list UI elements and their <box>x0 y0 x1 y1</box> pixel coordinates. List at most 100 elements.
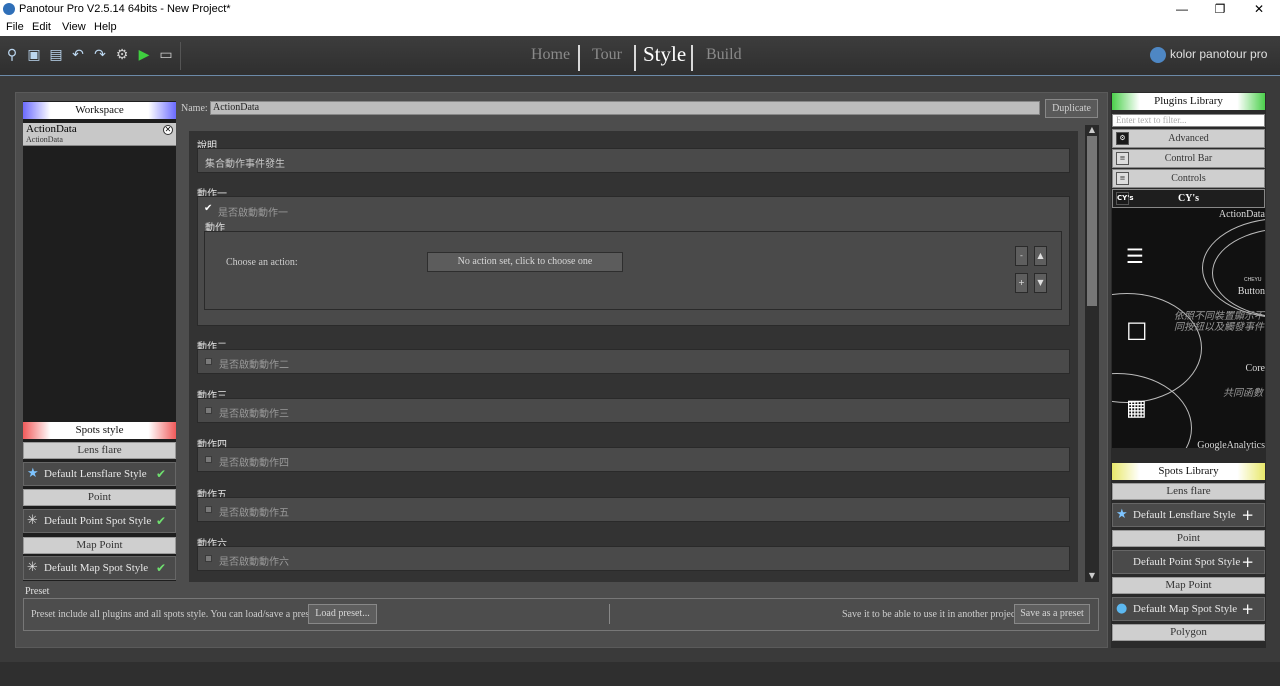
plugin-category-cys[interactable]: CY's CY's <box>1112 189 1265 208</box>
spots-library-header: Spots Library <box>1112 463 1265 480</box>
load-preset-button[interactable]: Load preset... <box>308 604 377 624</box>
tab-home[interactable]: Home <box>531 46 570 64</box>
spots-group-lensflare[interactable]: Lens flare <box>23 442 176 459</box>
category-label: CY's <box>1177 193 1200 204</box>
plugin-thumb-label[interactable]: GoogleAnalytics <box>1197 440 1265 451</box>
tab-divider <box>691 45 693 71</box>
action-section: 是否啟動動作六 <box>197 546 1070 571</box>
save-icon[interactable]: ▣ <box>25 46 43 64</box>
add-action-button[interactable]: + <box>1015 273 1028 293</box>
preset-info: Preset include all plugins and all spots… <box>31 609 320 620</box>
style-item-point[interactable]: ✳ Default Point Spot Style ✔ <box>23 509 176 533</box>
workspace-item[interactable]: ActionData ActionData ✕ <box>23 123 176 146</box>
style-item-label: Default Point Spot Style <box>44 515 152 527</box>
action-section: 是否啟動動作三 <box>197 398 1070 423</box>
plugin-thumb-label[interactable]: Core <box>1246 363 1265 374</box>
description-field[interactable]: 集合動作事件發生 <box>197 148 1070 173</box>
plugins-library-header: Plugins Library <box>1112 93 1265 110</box>
tab-tour[interactable]: Tour <box>592 46 622 64</box>
move-down-button[interactable]: ▼ <box>1034 273 1047 293</box>
preset-divider <box>609 604 610 624</box>
brand-text: kolor panotour pro <box>1170 47 1268 62</box>
thumb-caption: 共同函數 <box>1223 388 1263 399</box>
name-label: Name: <box>181 103 208 114</box>
menu-file[interactable]: File <box>6 21 24 33</box>
gear-icon: ⚙ <box>1116 132 1129 145</box>
scroll-up-icon[interactable]: ▲ <box>1085 125 1099 135</box>
maximize-button[interactable]: ❐ <box>1200 1 1240 18</box>
description-value: 集合動作事件發生 <box>205 159 285 170</box>
play-icon[interactable]: ▶ <box>135 46 153 64</box>
thumb-caption: CHEYU <box>1244 277 1262 283</box>
menu-edit[interactable]: Edit <box>32 21 51 33</box>
dashboard-icon: ▦ <box>1126 396 1147 421</box>
checkbox-checked-icon[interactable]: ✔ <box>204 203 212 214</box>
action-section: 是否啟動動作四 <box>197 447 1070 472</box>
checkbox[interactable] <box>205 358 212 365</box>
tab-divider <box>634 45 636 71</box>
library-group-lensflare[interactable]: Lens flare <box>1112 483 1265 500</box>
redo-icon[interactable]: ↷ <box>91 46 109 64</box>
library-item-lensflare[interactable]: ★ Default Lensflare Style + <box>1112 503 1265 527</box>
checkbox[interactable] <box>205 555 212 562</box>
action-section: 是否啟動動作二 <box>197 349 1070 374</box>
library-group-map-point[interactable]: Map Point <box>1112 577 1265 594</box>
workspace-header: Workspace <box>23 102 176 119</box>
scrollbar-thumb[interactable] <box>1087 136 1097 306</box>
plugin-thumb-label[interactable]: Button <box>1238 286 1265 297</box>
checkbox[interactable] <box>205 456 212 463</box>
style-item-label: Default Map Spot Style <box>44 562 149 574</box>
menu-help[interactable]: Help <box>94 21 117 33</box>
add-icon[interactable]: + <box>1241 598 1254 620</box>
name-input[interactable]: ActionData <box>210 101 1040 115</box>
library-item-map-point[interactable]: ● Default Map Spot Style + <box>1112 597 1265 621</box>
action-enable-label: 是否啟動動作六 <box>219 557 289 568</box>
sparkle-icon: ✳ <box>27 560 38 575</box>
add-icon[interactable]: + <box>1241 504 1254 526</box>
preset-label: Preset <box>25 586 50 597</box>
spots-group-map-point[interactable]: Map Point <box>23 537 176 554</box>
check-icon: ✔ <box>155 561 166 575</box>
remove-icon[interactable]: ✕ <box>163 125 173 135</box>
close-button[interactable]: ✕ <box>1239 1 1279 18</box>
spots-group-point[interactable]: Point <box>23 489 176 506</box>
brand: kolor panotour pro <box>1150 47 1267 63</box>
scroll-down-icon[interactable]: ▼ <box>1085 571 1099 581</box>
style-item-map-point[interactable]: ✳ Default Map Spot Style ✔ <box>23 556 176 580</box>
action-chooser <box>204 231 1062 310</box>
menu-view[interactable]: View <box>62 21 86 33</box>
star-icon: ★ <box>1116 507 1128 522</box>
plugin-category-control-bar[interactable]: ≡ Control Bar <box>1112 149 1265 168</box>
move-up-button[interactable]: ▲ <box>1034 246 1047 266</box>
choose-action-label: Choose an action: <box>226 257 298 268</box>
open-project-icon[interactable]: ⚲ <box>3 46 21 64</box>
category-label: Advanced <box>1168 133 1209 144</box>
library-item-point[interactable]: Default Point Spot Style + <box>1112 550 1265 574</box>
tab-build[interactable]: Build <box>706 46 742 64</box>
add-panorama-icon[interactable]: ▤ <box>47 46 65 64</box>
checkbox[interactable] <box>205 407 212 414</box>
save-preset-info: Save it to be able to use it in another … <box>842 609 1019 620</box>
save-preset-button[interactable]: Save as a preset <box>1014 604 1090 624</box>
action-enable-label: 是否啟動動作三 <box>219 409 289 420</box>
settings-icon[interactable]: ⚙ <box>113 46 131 64</box>
duplicate-button[interactable]: Duplicate <box>1045 99 1098 118</box>
plugin-thumb-label[interactable]: ActionData <box>1219 209 1265 220</box>
undo-icon[interactable]: ↶ <box>69 46 87 64</box>
choose-action-button[interactable]: No action set, click to choose one <box>427 252 623 272</box>
remove-action-button[interactable]: - <box>1015 246 1028 266</box>
workspace-item-sub: ActionData <box>26 135 63 144</box>
library-group-point[interactable]: Point <box>1112 530 1265 547</box>
minimize-button[interactable]: — <box>1162 1 1202 18</box>
style-item-lensflare[interactable]: ★ Default Lensflare Style ✔ <box>23 462 176 486</box>
library-group-polygon[interactable]: Polygon <box>1112 624 1265 641</box>
plugin-filter-input[interactable]: Enter text to filter... <box>1112 114 1265 127</box>
action-enable-label: 是否啟動動作四 <box>219 458 289 469</box>
plugin-category-advanced[interactable]: ⚙ Advanced <box>1112 129 1265 148</box>
add-icon[interactable]: + <box>1241 551 1254 573</box>
plugin-category-controls[interactable]: ≡ Controls <box>1112 169 1265 188</box>
style-item-label: Default Lensflare Style <box>44 468 147 480</box>
preview-icon[interactable]: ▭ <box>157 46 175 64</box>
checkbox[interactable] <box>205 506 212 513</box>
tab-style[interactable]: Style <box>643 42 686 67</box>
